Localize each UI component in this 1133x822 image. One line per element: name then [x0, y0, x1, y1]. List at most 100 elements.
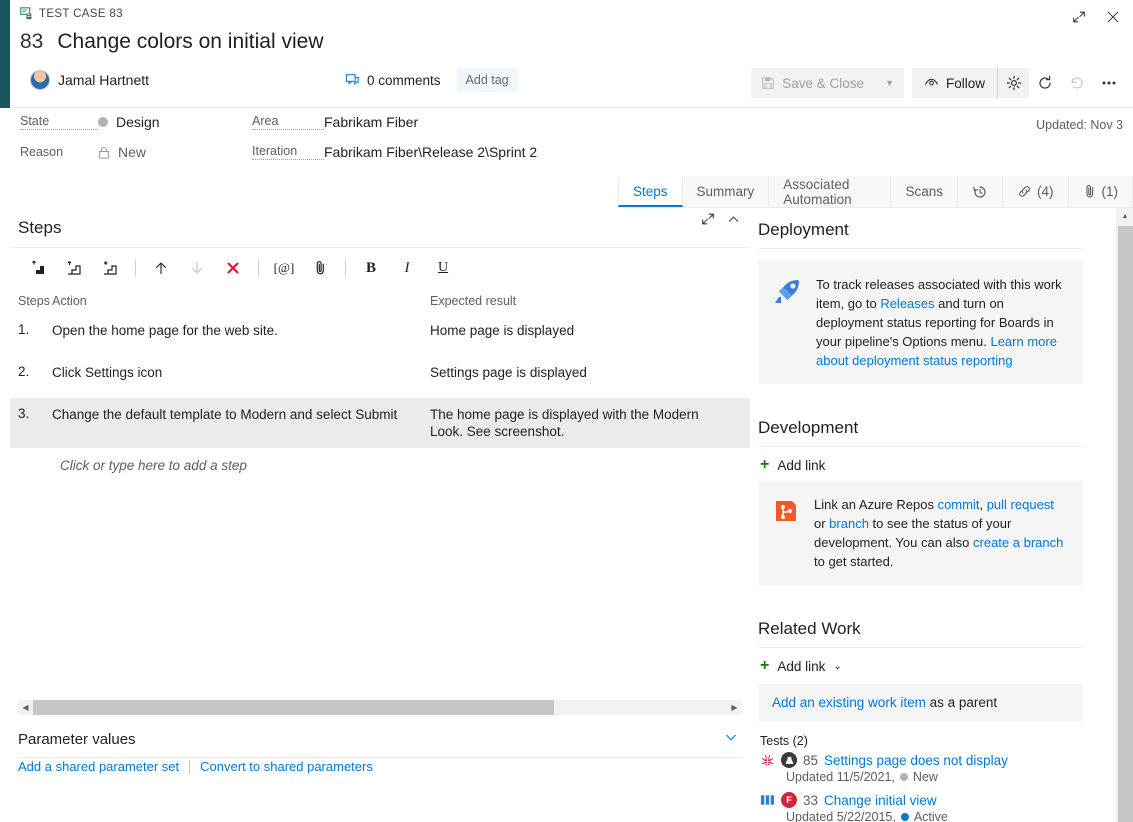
list-item[interactable]: F 33 Change initial view Updated 5/22/20… — [760, 792, 1115, 822]
underline-label: U — [438, 260, 448, 276]
toolbar-separator — [345, 259, 346, 277]
link-item-title[interactable]: Settings page does not display — [824, 753, 1008, 768]
maximize-icon[interactable] — [701, 212, 715, 226]
step-expected[interactable]: The home page is displayed with the Mode… — [430, 406, 742, 440]
work-item-title-row: 83 Change colors on initial view — [20, 30, 324, 54]
avatar — [30, 70, 50, 90]
move-up-icon[interactable] — [143, 253, 179, 283]
chevron-down-icon[interactable] — [724, 730, 738, 744]
scroll-left-arrow-icon[interactable]: ◀ — [18, 700, 33, 715]
follow-button[interactable]: Follow — [912, 68, 997, 98]
scrollbar-thumb[interactable] — [1118, 226, 1133, 822]
state-dot-icon — [900, 773, 908, 781]
steps-horizontal-scrollbar[interactable]: ◀ ▶ — [18, 700, 742, 715]
step-number: 1. — [18, 322, 52, 337]
delete-step-icon[interactable] — [215, 253, 251, 283]
commit-link[interactable]: commit — [938, 497, 980, 512]
related-work-section-title: Related Work — [758, 607, 1083, 648]
italic-icon[interactable]: I — [389, 253, 425, 283]
chevron-down-icon[interactable]: ⌄ — [833, 661, 841, 672]
development-add-link-button[interactable]: + Add link — [758, 447, 825, 481]
list-item[interactable]: 85 Settings page does not display Update… — [760, 752, 1115, 784]
step-expected[interactable]: Home page is displayed — [430, 322, 742, 339]
expand-icon[interactable] — [1067, 6, 1091, 28]
underline-icon[interactable]: U — [425, 253, 461, 283]
tab-links[interactable]: (4) — [1003, 176, 1069, 207]
scroll-right-arrow-icon[interactable]: ▶ — [727, 700, 742, 715]
add-step-placeholder[interactable]: Click or type here to add a step — [10, 448, 750, 483]
insert-step-above-icon[interactable] — [56, 253, 92, 283]
field-state-value[interactable]: Design — [98, 114, 160, 130]
tab-summary[interactable]: Summary — [683, 176, 770, 207]
more-options-icon[interactable] — [1093, 68, 1125, 98]
tab-history[interactable] — [958, 176, 1003, 207]
add-existing-work-item-link[interactable]: Add an existing work item — [772, 695, 926, 710]
insert-step-icon[interactable] — [20, 253, 56, 283]
settings-gear-icon[interactable] — [997, 68, 1029, 98]
tab-associated-automation-label: Associated Automation — [783, 177, 876, 207]
header-actions: Save & Close ▼ Follow — [751, 66, 1125, 100]
right-pane-vertical-scrollbar[interactable]: ▲ — [1116, 208, 1133, 822]
test-case-icon — [20, 7, 33, 20]
assigned-to[interactable]: Jamal Hartnett — [30, 70, 149, 90]
table-row[interactable]: 1. Open the home page for the web site. … — [10, 314, 750, 356]
table-row[interactable]: 3. Change the default template to Modern… — [10, 398, 750, 448]
link-item-meta: Updated 11/5/2021, New — [786, 770, 1115, 784]
scroll-up-arrow-icon[interactable]: ▲ — [1117, 208, 1133, 225]
link-item-id: 33 — [803, 793, 818, 808]
chevron-down-icon[interactable]: ▼ — [885, 78, 894, 88]
insert-parameter-label: [@] — [274, 260, 295, 276]
link-item-title[interactable]: Change initial view — [824, 793, 937, 808]
italic-label: I — [405, 260, 410, 277]
tab-steps-label: Steps — [633, 184, 668, 199]
step-action[interactable]: Open the home page for the web site. — [52, 322, 430, 339]
refresh-icon[interactable] — [1029, 68, 1061, 98]
feature-badge-letter: F — [786, 795, 792, 805]
releases-link[interactable]: Releases — [880, 296, 934, 311]
field-area: Area Fabrikam Fiber — [252, 114, 418, 130]
add-parent-card: Add an existing work item as a parent — [758, 684, 1083, 721]
lock-icon — [98, 146, 110, 159]
deployment-info-card: To track releases associated with this w… — [758, 261, 1083, 384]
related-work-add-link-button[interactable]: + Add link ⌄ — [758, 648, 842, 682]
insert-shared-step-icon[interactable] — [92, 253, 128, 283]
step-expected[interactable]: Settings page is displayed — [430, 364, 742, 381]
work-item-dialog: TEST CASE 83 83 Change colors on initial… — [0, 0, 1133, 822]
development-add-link-label: Add link — [777, 458, 825, 473]
column-header-expected: Expected result — [430, 294, 742, 308]
field-reason-value: New — [98, 144, 146, 160]
close-icon[interactable] — [1101, 6, 1125, 28]
add-tag-button[interactable]: Add tag — [457, 68, 518, 92]
steps-column-headers: Steps Action Expected result — [10, 288, 750, 314]
tab-attachments[interactable]: (1) — [1069, 176, 1133, 207]
convert-to-shared-parameters-link[interactable]: Convert to shared parameters — [200, 759, 373, 774]
step-action[interactable]: Click Settings icon — [52, 364, 430, 381]
create-a-branch-link[interactable]: create a branch — [973, 535, 1063, 550]
link-item-updated: Updated 11/5/2021, — [786, 770, 895, 784]
comments-button[interactable]: 0 comments — [345, 73, 441, 88]
pull-request-link[interactable]: pull request — [987, 497, 1054, 512]
tab-associated-automation[interactable]: Associated Automation — [769, 176, 891, 207]
add-shared-parameter-set-link[interactable]: Add a shared parameter set — [18, 759, 179, 774]
scrollbar-track[interactable] — [33, 700, 727, 715]
scrollbar-thumb[interactable] — [33, 700, 554, 715]
step-action[interactable]: Change the default template to Modern an… — [52, 406, 430, 423]
steps-pane: Steps — [10, 208, 750, 822]
last-updated-label: Updated: Nov 3 — [1036, 118, 1123, 132]
deployment-info-text: To track releases associated with this w… — [816, 275, 1069, 370]
collapse-chevron-up-icon[interactable] — [727, 213, 740, 226]
field-iteration-value[interactable]: Fabrikam Fiber\Release 2\Sprint 2 — [324, 144, 537, 160]
insert-parameter-icon[interactable]: [@] — [266, 253, 302, 283]
attach-file-icon[interactable] — [302, 253, 338, 283]
dev-text-part-4: to get started. — [814, 554, 894, 569]
bold-icon[interactable]: B — [353, 253, 389, 283]
tab-steps[interactable]: Steps — [618, 176, 683, 207]
save-and-close-label: Save & Close — [782, 76, 864, 91]
dev-sep-1: , — [979, 497, 986, 512]
field-area-value[interactable]: Fabrikam Fiber — [324, 114, 418, 130]
work-item-title[interactable]: Change colors on initial view — [57, 30, 323, 54]
branch-link[interactable]: branch — [829, 516, 869, 531]
table-row[interactable]: 2. Click Settings icon Settings page is … — [10, 356, 750, 398]
save-and-close-button[interactable]: Save & Close ▼ — [751, 68, 904, 98]
tab-scans[interactable]: Scans — [891, 176, 958, 207]
